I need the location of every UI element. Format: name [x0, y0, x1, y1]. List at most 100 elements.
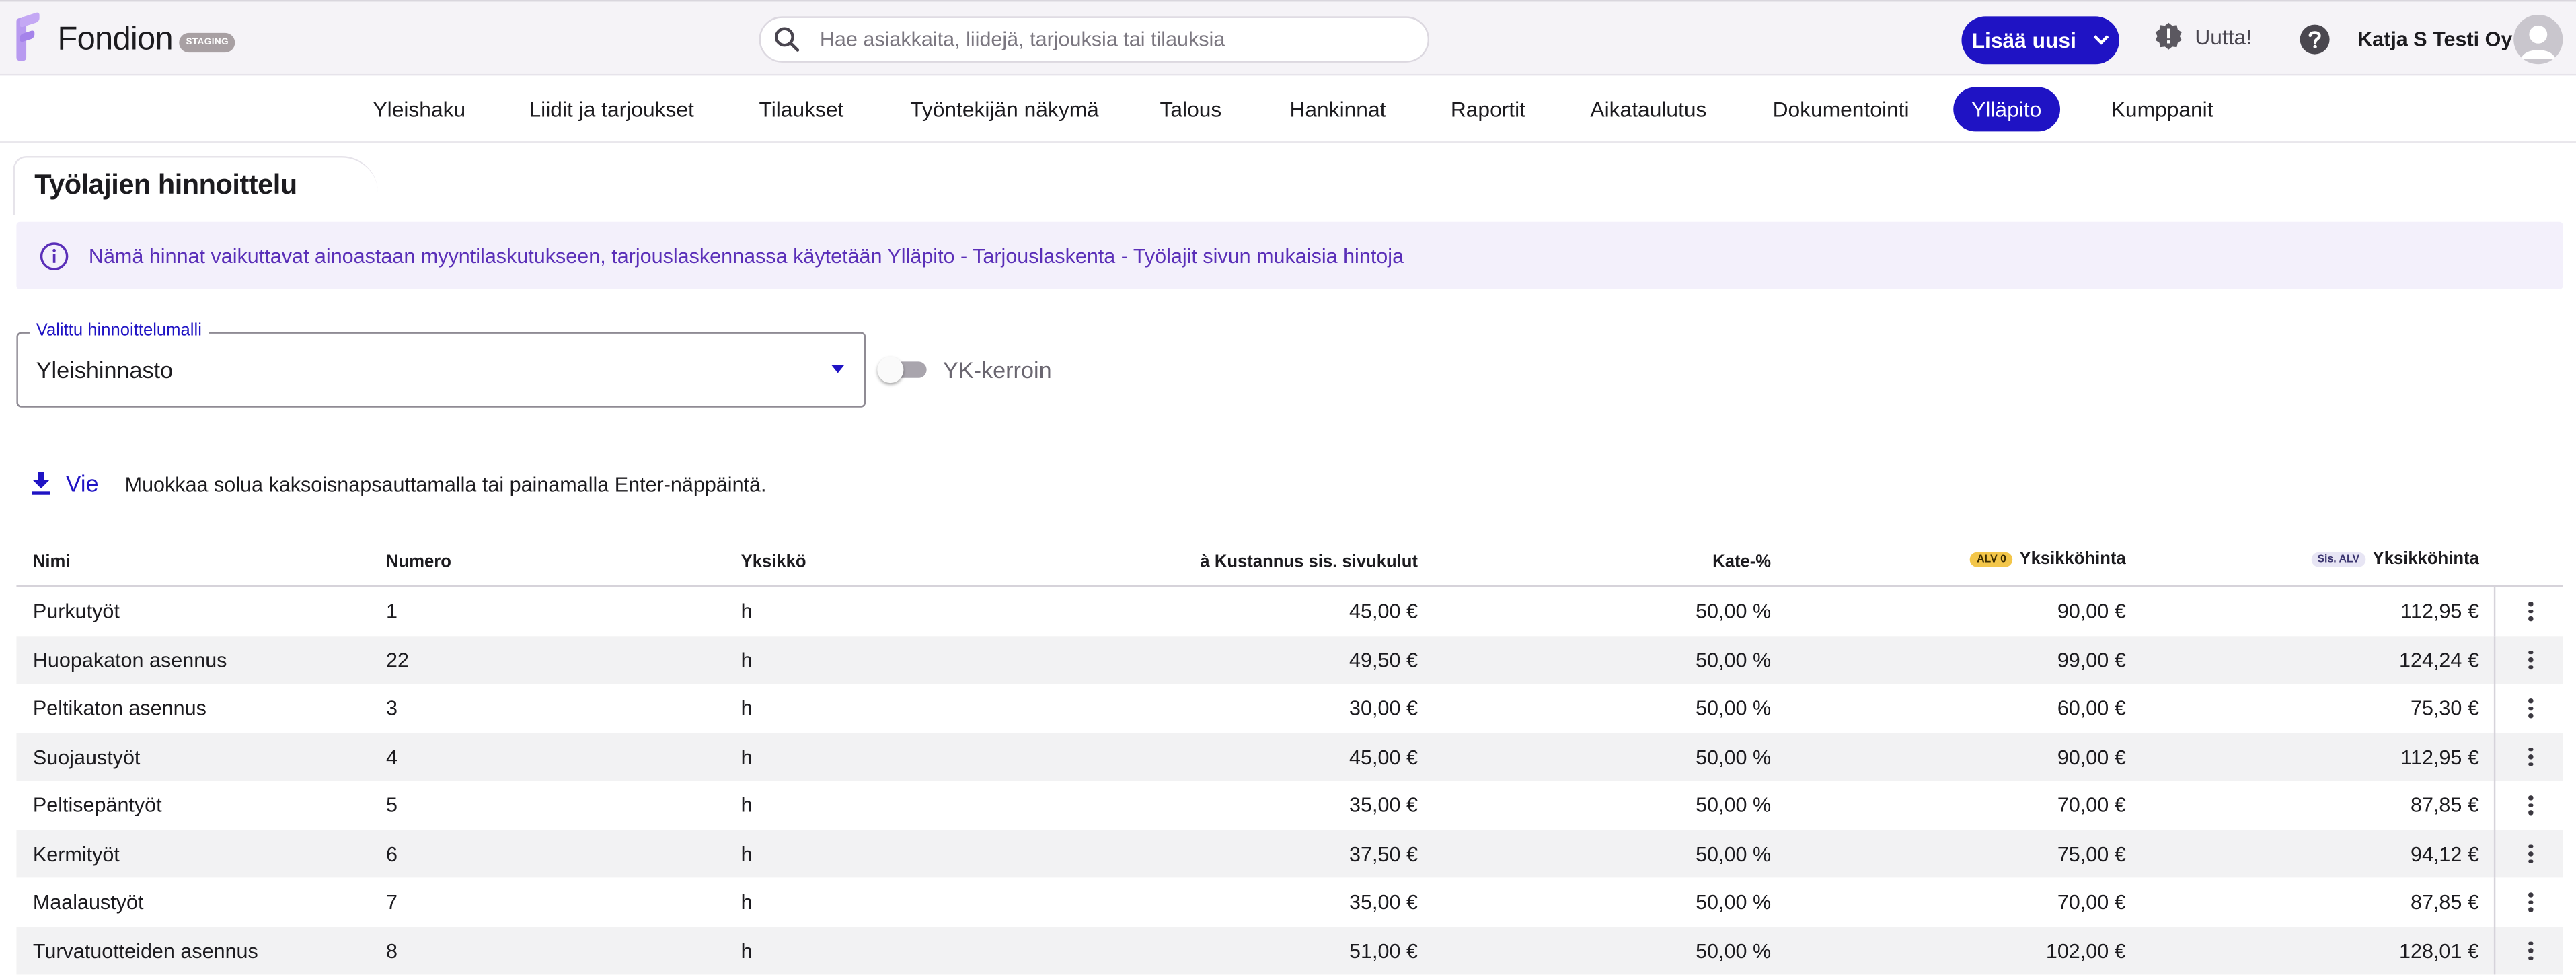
cell-cost[interactable]: 45,00 €: [1349, 600, 1418, 623]
nav-yllapito[interactable]: Ylläpito: [1953, 87, 2060, 132]
cell-unit[interactable]: h: [741, 891, 753, 914]
column-header-unit[interactable]: Yksikkö: [741, 552, 806, 572]
cell-margin[interactable]: 50,00 %: [1696, 649, 1771, 672]
more-vert-icon[interactable]: [2528, 941, 2533, 961]
cell-cost[interactable]: 30,00 €: [1349, 697, 1418, 720]
cell-unit[interactable]: h: [741, 794, 753, 817]
add-new-button[interactable]: Lisää uusi: [1961, 16, 2119, 65]
column-header-name[interactable]: Nimi: [33, 552, 71, 572]
cell-unit-price-vat[interactable]: 87,85 €: [2411, 794, 2479, 817]
nav-kumppanit[interactable]: Kumppanit: [2111, 87, 2213, 131]
cell-unit-price-vat[interactable]: 124,24 €: [2399, 649, 2479, 672]
table-row[interactable]: Peltikaton asennus 3 h 30,00 € 50,00 % 60,00 …: [16, 684, 2563, 733]
cell-name[interactable]: Turvatuotteiden asennus: [33, 939, 258, 962]
cell-unit-price-vat[interactable]: 75,30 €: [2411, 697, 2479, 720]
cell-unit-price-alv0[interactable]: 75,00 €: [2057, 842, 2126, 865]
cell-unit-price-alv0[interactable]: 90,00 €: [2057, 600, 2126, 623]
cell-unit-price-vat[interactable]: 112,95 €: [2400, 746, 2479, 768]
cell-unit[interactable]: h: [741, 600, 753, 623]
nav-talous[interactable]: Talous: [1160, 87, 1221, 131]
more-vert-icon[interactable]: [2528, 747, 2533, 766]
cell-cost[interactable]: 37,50 €: [1349, 842, 1418, 865]
cell-unit-price-vat[interactable]: 94,12 €: [2411, 842, 2479, 865]
nav-liidit-ja-tarjoukset[interactable]: Liidit ja tarjoukset: [529, 87, 694, 131]
cell-cost[interactable]: 45,00 €: [1349, 746, 1418, 768]
search-input[interactable]: [816, 26, 1382, 53]
table-row[interactable]: Peltisepäntyöt 5 h 35,00 € 50,00 % 70,00 € 87,…: [16, 781, 2563, 830]
news-button[interactable]: Uutta!: [2154, 22, 2252, 51]
more-vert-icon[interactable]: [2528, 892, 2533, 912]
cell-unit-price-alv0[interactable]: 90,00 €: [2057, 746, 2126, 768]
cell-name[interactable]: Maalaustyöt: [33, 891, 144, 914]
cell-margin[interactable]: 50,00 %: [1696, 939, 1771, 962]
column-header-cost[interactable]: à Kustannus sis. sivukulut: [1200, 552, 1418, 572]
cell-unit[interactable]: h: [741, 746, 753, 768]
table-row[interactable]: Maalaustyöt 7 h 35,00 € 50,00 % 70,00 € 87,85 …: [16, 877, 2563, 927]
cell-margin[interactable]: 50,00 %: [1696, 794, 1771, 817]
cell-margin[interactable]: 50,00 %: [1696, 600, 1771, 623]
pricing-model-value[interactable]: Yleishinnasto: [36, 357, 173, 383]
more-vert-icon[interactable]: [2528, 795, 2533, 815]
company-name[interactable]: Katja S Testi Oy: [2357, 28, 2512, 51]
cell-cost[interactable]: 35,00 €: [1349, 891, 1418, 914]
cell-cost[interactable]: 35,00 €: [1349, 794, 1418, 817]
cell-number[interactable]: 6: [386, 842, 397, 865]
table-row[interactable]: Turvatuotteiden asennus 8 h 51,00 € 50,00 % 1…: [16, 926, 2563, 975]
cell-unit[interactable]: h: [741, 939, 753, 962]
nav-raportit[interactable]: Raportit: [1451, 87, 1525, 131]
cell-cost[interactable]: 49,50 €: [1349, 649, 1418, 672]
cell-number[interactable]: 5: [386, 794, 397, 817]
cell-name[interactable]: Peltisepäntyöt: [33, 794, 162, 817]
nav-hankinnat[interactable]: Hankinnat: [1289, 87, 1386, 131]
cell-unit-price-alv0[interactable]: 70,00 €: [2057, 891, 2126, 914]
table-row[interactable]: Suojaustyöt 4 h 45,00 € 50,00 % 90,00 € 112,95…: [16, 732, 2563, 781]
cell-number[interactable]: 1: [386, 600, 397, 623]
table-row[interactable]: Huopakaton asennus 22 h 49,50 € 50,00 % 99,00…: [16, 635, 2563, 684]
cell-unit-price-alv0[interactable]: 70,00 €: [2057, 794, 2126, 817]
yk-kerroin-toggle[interactable]: [877, 357, 930, 384]
more-vert-icon[interactable]: [2528, 698, 2533, 718]
column-header-margin[interactable]: Kate-%: [1712, 552, 1771, 572]
cell-number[interactable]: 3: [386, 697, 397, 720]
table-row[interactable]: Purkutyöt 1 h 45,00 € 50,00 % 90,00 € 112,95 €: [16, 587, 2563, 636]
cell-unit-price-vat[interactable]: 112,95 €: [2400, 600, 2479, 623]
cell-margin[interactable]: 50,00 %: [1696, 746, 1771, 768]
more-vert-icon[interactable]: [2528, 650, 2533, 670]
global-search[interactable]: [759, 16, 1430, 63]
cell-unit[interactable]: h: [741, 649, 753, 672]
nav-dokumentointi[interactable]: Dokumentointi: [1773, 87, 1909, 131]
cell-number[interactable]: 22: [386, 649, 409, 672]
cell-unit[interactable]: h: [741, 842, 753, 865]
nav-tilaukset[interactable]: Tilaukset: [759, 87, 843, 131]
cell-unit-price-alv0[interactable]: 99,00 €: [2057, 649, 2126, 672]
cell-name[interactable]: Peltikaton asennus: [33, 697, 206, 720]
cell-cost[interactable]: 51,00 €: [1349, 939, 1418, 962]
cell-number[interactable]: 8: [386, 939, 397, 962]
export-button[interactable]: Vie: [31, 470, 99, 497]
cell-name[interactable]: Suojaustyöt: [33, 746, 141, 768]
cell-unit-price-vat[interactable]: 128,01 €: [2399, 939, 2479, 962]
more-vert-icon[interactable]: [2528, 601, 2533, 621]
cell-unit-price-vat[interactable]: 87,85 €: [2411, 891, 2479, 914]
help-button[interactable]: [2298, 23, 2331, 64]
table-row[interactable]: Kermityöt 6 h 37,50 € 50,00 % 75,00 € 94,12 €: [16, 829, 2563, 878]
nav-aikataulutus[interactable]: Aikataulutus: [1590, 87, 1706, 131]
column-header-unit-price-vat[interactable]: Sis. ALV Yksikköhinta: [2310, 549, 2479, 569]
column-header-number[interactable]: Numero: [386, 552, 451, 572]
cell-margin[interactable]: 50,00 %: [1696, 842, 1771, 865]
cell-unit[interactable]: h: [741, 697, 753, 720]
column-header-unit-price-alv0[interactable]: ALV 0 Yksikköhinta: [1970, 549, 2126, 569]
cell-unit-price-alv0[interactable]: 102,00 €: [2046, 939, 2126, 962]
user-avatar[interactable]: [2513, 14, 2563, 65]
fondion-logo[interactable]: Fondion STAGING: [16, 11, 235, 62]
cell-unit-price-alv0[interactable]: 60,00 €: [2057, 697, 2126, 720]
dropdown-caret-icon[interactable]: [831, 365, 845, 373]
cell-name[interactable]: Purkutyöt: [33, 600, 120, 623]
cell-margin[interactable]: 50,00 %: [1696, 891, 1771, 914]
nav-tyontekijan-nakyma[interactable]: Työntekijän näkymä: [910, 87, 1099, 131]
cell-number[interactable]: 4: [386, 746, 397, 768]
cell-name[interactable]: Kermityöt: [33, 842, 120, 865]
more-vert-icon[interactable]: [2528, 844, 2533, 864]
nav-yleishaku[interactable]: Yleishaku: [373, 87, 465, 131]
cell-margin[interactable]: 50,00 %: [1696, 697, 1771, 720]
